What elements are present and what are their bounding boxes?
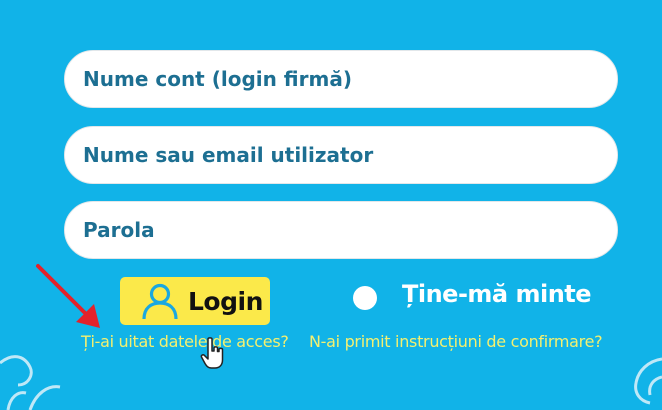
forgot-credentials-link[interactable]: Ți-ai uitat datele de acces? [81,332,289,351]
login-button-label: Login [188,286,263,316]
decorative-lineart-right [634,357,662,405]
remember-me-radio[interactable] [353,286,377,310]
decorative-lineart-left [0,355,61,410]
username-email-input[interactable] [64,126,618,184]
login-button[interactable]: Login [120,277,270,325]
account-name-input[interactable] [64,50,618,108]
remember-me-label[interactable]: Ține-mă minte [402,280,592,308]
red-arrow-icon [36,264,100,328]
resend-confirmation-link[interactable]: N-ai primit instrucțiuni de confirmare? [309,332,603,351]
password-input[interactable] [64,201,618,259]
hand-pointer-icon [200,337,224,369]
user-icon [140,281,180,321]
